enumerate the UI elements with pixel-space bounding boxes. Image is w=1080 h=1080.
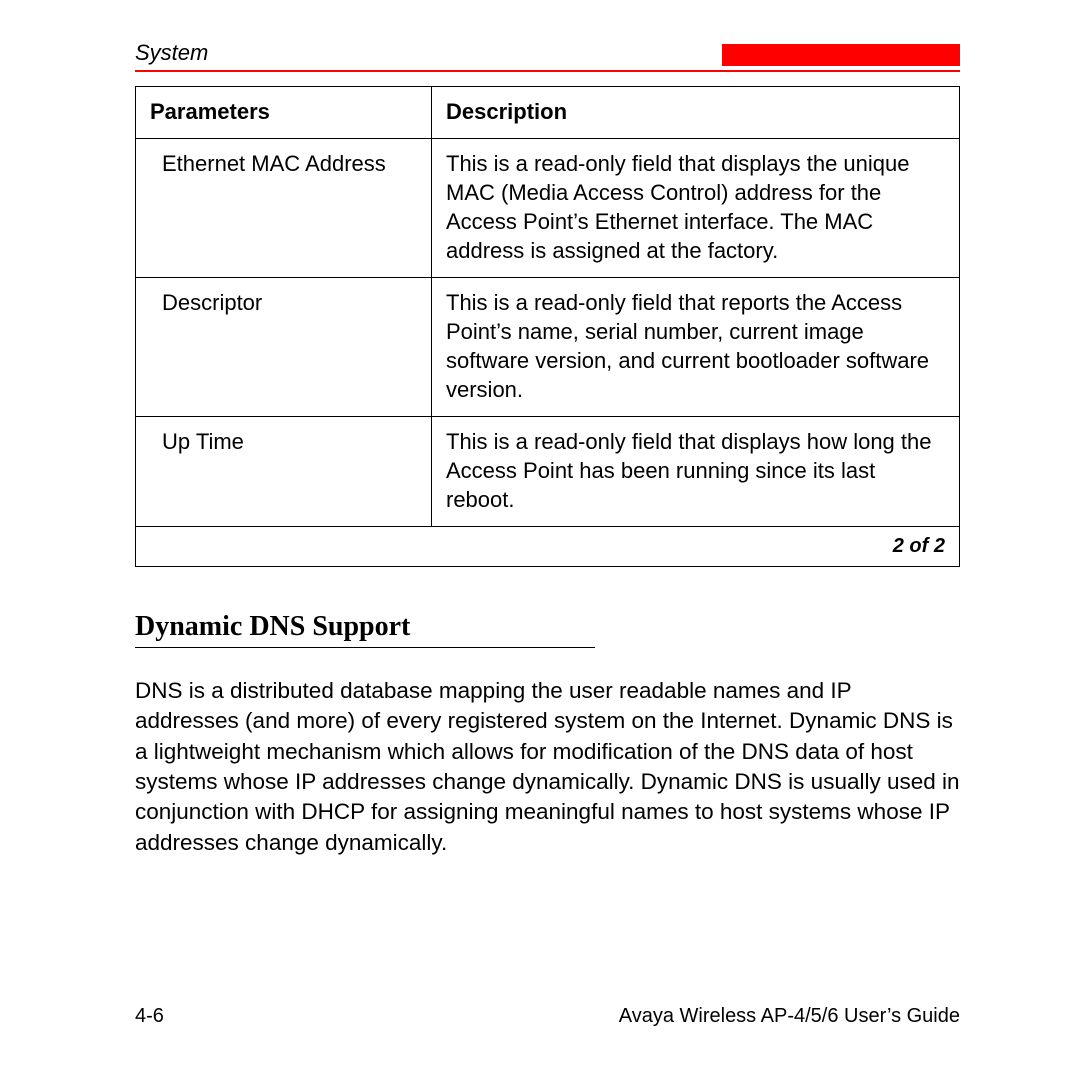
doc-title: Avaya Wireless AP-4/5/6 User’s Guide [619,1005,960,1028]
brand-color-bar [722,44,960,66]
table-pager-row: 2 of 2 [136,527,960,566]
header-rule [135,70,960,72]
page: System Parameters Description Ethernet M… [0,0,1080,1080]
param-desc: This is a read-only field that displays … [432,417,960,527]
table-header-row: Parameters Description [136,87,960,139]
param-name: Ethernet MAC Address [136,139,432,278]
col-header-description: Description [432,87,960,139]
table-pager: 2 of 2 [136,527,960,566]
param-name: Descriptor [136,278,432,417]
param-desc: This is a read-only field that reports t… [432,278,960,417]
parameters-table: Parameters Description Ethernet MAC Addr… [135,86,960,567]
section-label: System [135,40,208,66]
section-heading: Dynamic DNS Support [135,611,595,648]
param-name: Up Time [136,417,432,527]
page-number: 4-6 [135,1005,164,1028]
page-footer: 4-6 Avaya Wireless AP-4/5/6 User’s Guide [135,1005,960,1028]
col-header-parameters: Parameters [136,87,432,139]
table-row: Descriptor This is a read-only field tha… [136,278,960,417]
param-desc: This is a read-only field that displays … [432,139,960,278]
section-body: DNS is a distributed database mapping th… [135,676,960,858]
table-row: Up Time This is a read-only field that d… [136,417,960,527]
table-row: Ethernet MAC Address This is a read-only… [136,139,960,278]
page-header: System [135,40,960,66]
